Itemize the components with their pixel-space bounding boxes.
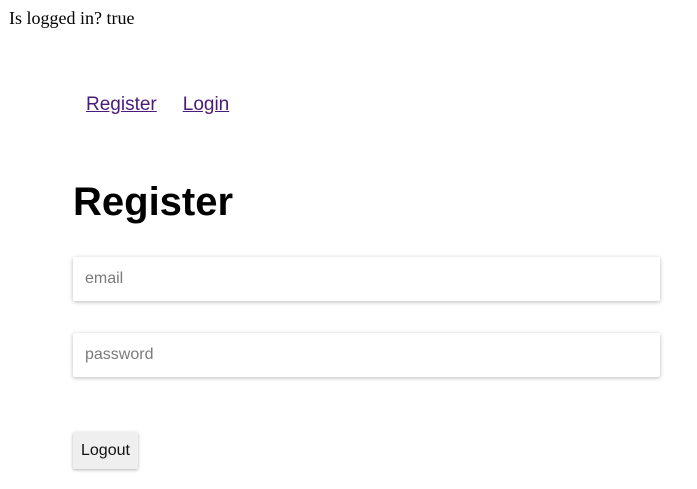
page-title: Register <box>73 180 234 224</box>
top-nav: Register Login <box>86 93 229 117</box>
password-field[interactable] <box>73 333 660 377</box>
login-link[interactable]: Login <box>183 93 230 117</box>
logout-button[interactable]: Logout <box>73 432 138 469</box>
register-link[interactable]: Register <box>86 93 157 117</box>
login-status-text: Is logged in? true <box>9 8 135 28</box>
email-field[interactable] <box>73 257 660 301</box>
